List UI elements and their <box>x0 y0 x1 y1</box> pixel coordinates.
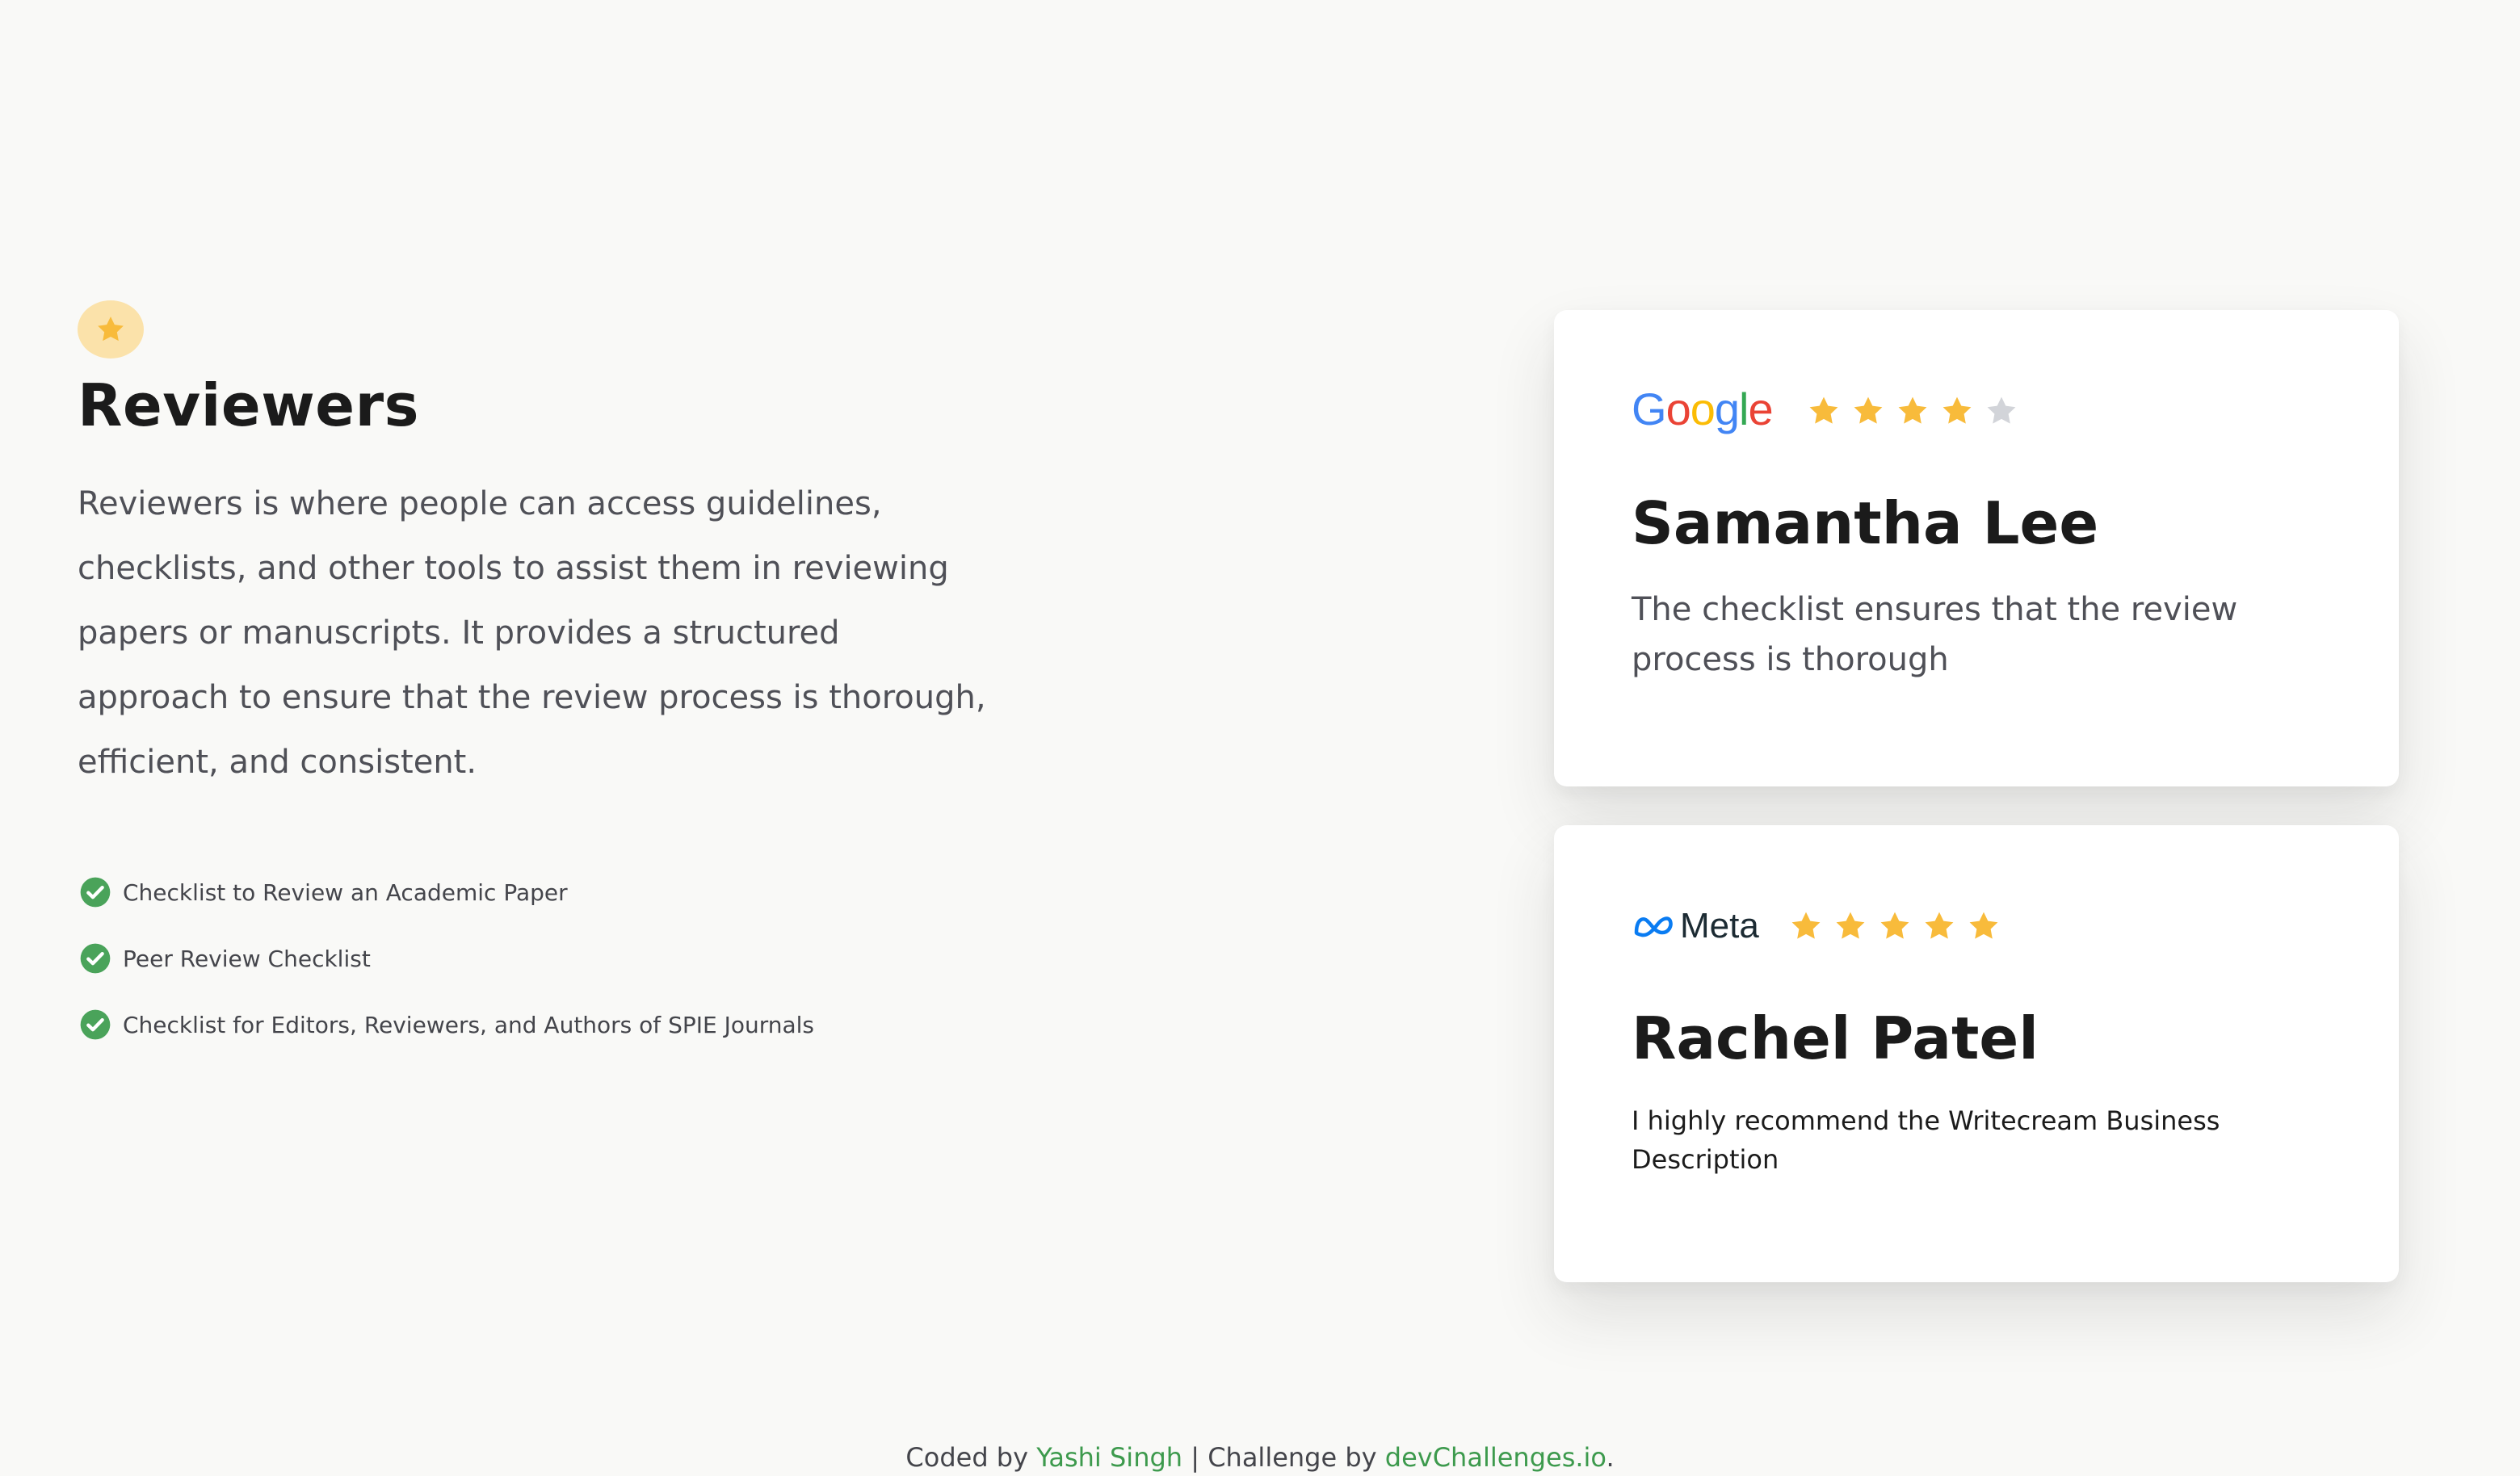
review-quote: The checklist ensures that the review pr… <box>1632 591 2238 678</box>
list-item: Checklist to Review an Academic Paper <box>79 875 814 909</box>
google-logo: Google <box>1632 384 1774 434</box>
star-filled-icon <box>1880 912 1909 939</box>
list-item-label: Checklist for Editors, Reviewers, and Au… <box>123 1011 814 1038</box>
checklist: Checklist to Review an Academic Paper Pe… <box>79 875 814 1074</box>
star-rating <box>1788 908 2010 944</box>
meta-wordmark: Meta <box>1680 906 1759 946</box>
list-item-label: Checklist to Review an Academic Paper <box>123 878 568 906</box>
star-filled-icon <box>1854 396 1883 424</box>
devchallenges-link[interactable]: devChallenges.io <box>1385 1442 1606 1473</box>
reviewer-name: Rachel Patel <box>1632 1004 2039 1072</box>
review-card: Meta Rachel Patel I highly recommend the… <box>1554 825 2399 1282</box>
meta-infinity-icon <box>1634 916 1673 937</box>
check-circle-icon <box>79 1008 111 1041</box>
list-item: Peer Review Checklist <box>79 941 814 975</box>
page-description: Reviewers is where people can access gui… <box>78 485 986 781</box>
review-quote: I highly recommend the Writecream Busine… <box>1632 1105 2220 1175</box>
star-filled-icon <box>1898 396 1927 424</box>
review-card-header: Meta <box>1632 906 2010 946</box>
star-empty-icon <box>1987 396 2016 424</box>
star-rating <box>1806 393 2028 429</box>
star-filled-icon <box>1791 912 1821 939</box>
list-item: Checklist for Editors, Reviewers, and Au… <box>79 1008 814 1042</box>
footer-prefix: Coded by <box>905 1442 1037 1473</box>
star-filled-icon <box>1942 396 1972 424</box>
check-circle-icon <box>79 876 111 908</box>
star-filled-icon <box>1969 912 1998 939</box>
page: Reviewers Reviewers is where people can … <box>0 0 2520 1476</box>
review-card: Google Samantha Lee The checklist ensure… <box>1554 310 2399 786</box>
footer: Coded by Yashi Singh | Challenge by devC… <box>0 1442 2520 1473</box>
footer-suffix: . <box>1606 1442 1615 1473</box>
star-filled-icon <box>1809 396 1838 424</box>
star-filled-icon <box>1836 912 1865 939</box>
author-link[interactable]: Yashi Singh <box>1036 1442 1182 1473</box>
footer-separator: | Challenge by <box>1182 1442 1385 1473</box>
reviewer-name: Samantha Lee <box>1632 489 2099 557</box>
page-title: Reviewers <box>78 371 419 439</box>
list-item-label: Peer Review Checklist <box>123 945 371 972</box>
meta-logo: Meta <box>1632 906 1759 946</box>
check-circle-icon <box>79 942 111 975</box>
star-badge <box>78 300 144 359</box>
star-filled-icon <box>1925 912 1954 939</box>
review-card-header: Google <box>1632 383 2028 439</box>
svg-text:Google: Google <box>1632 384 1773 434</box>
star-icon <box>98 317 124 342</box>
